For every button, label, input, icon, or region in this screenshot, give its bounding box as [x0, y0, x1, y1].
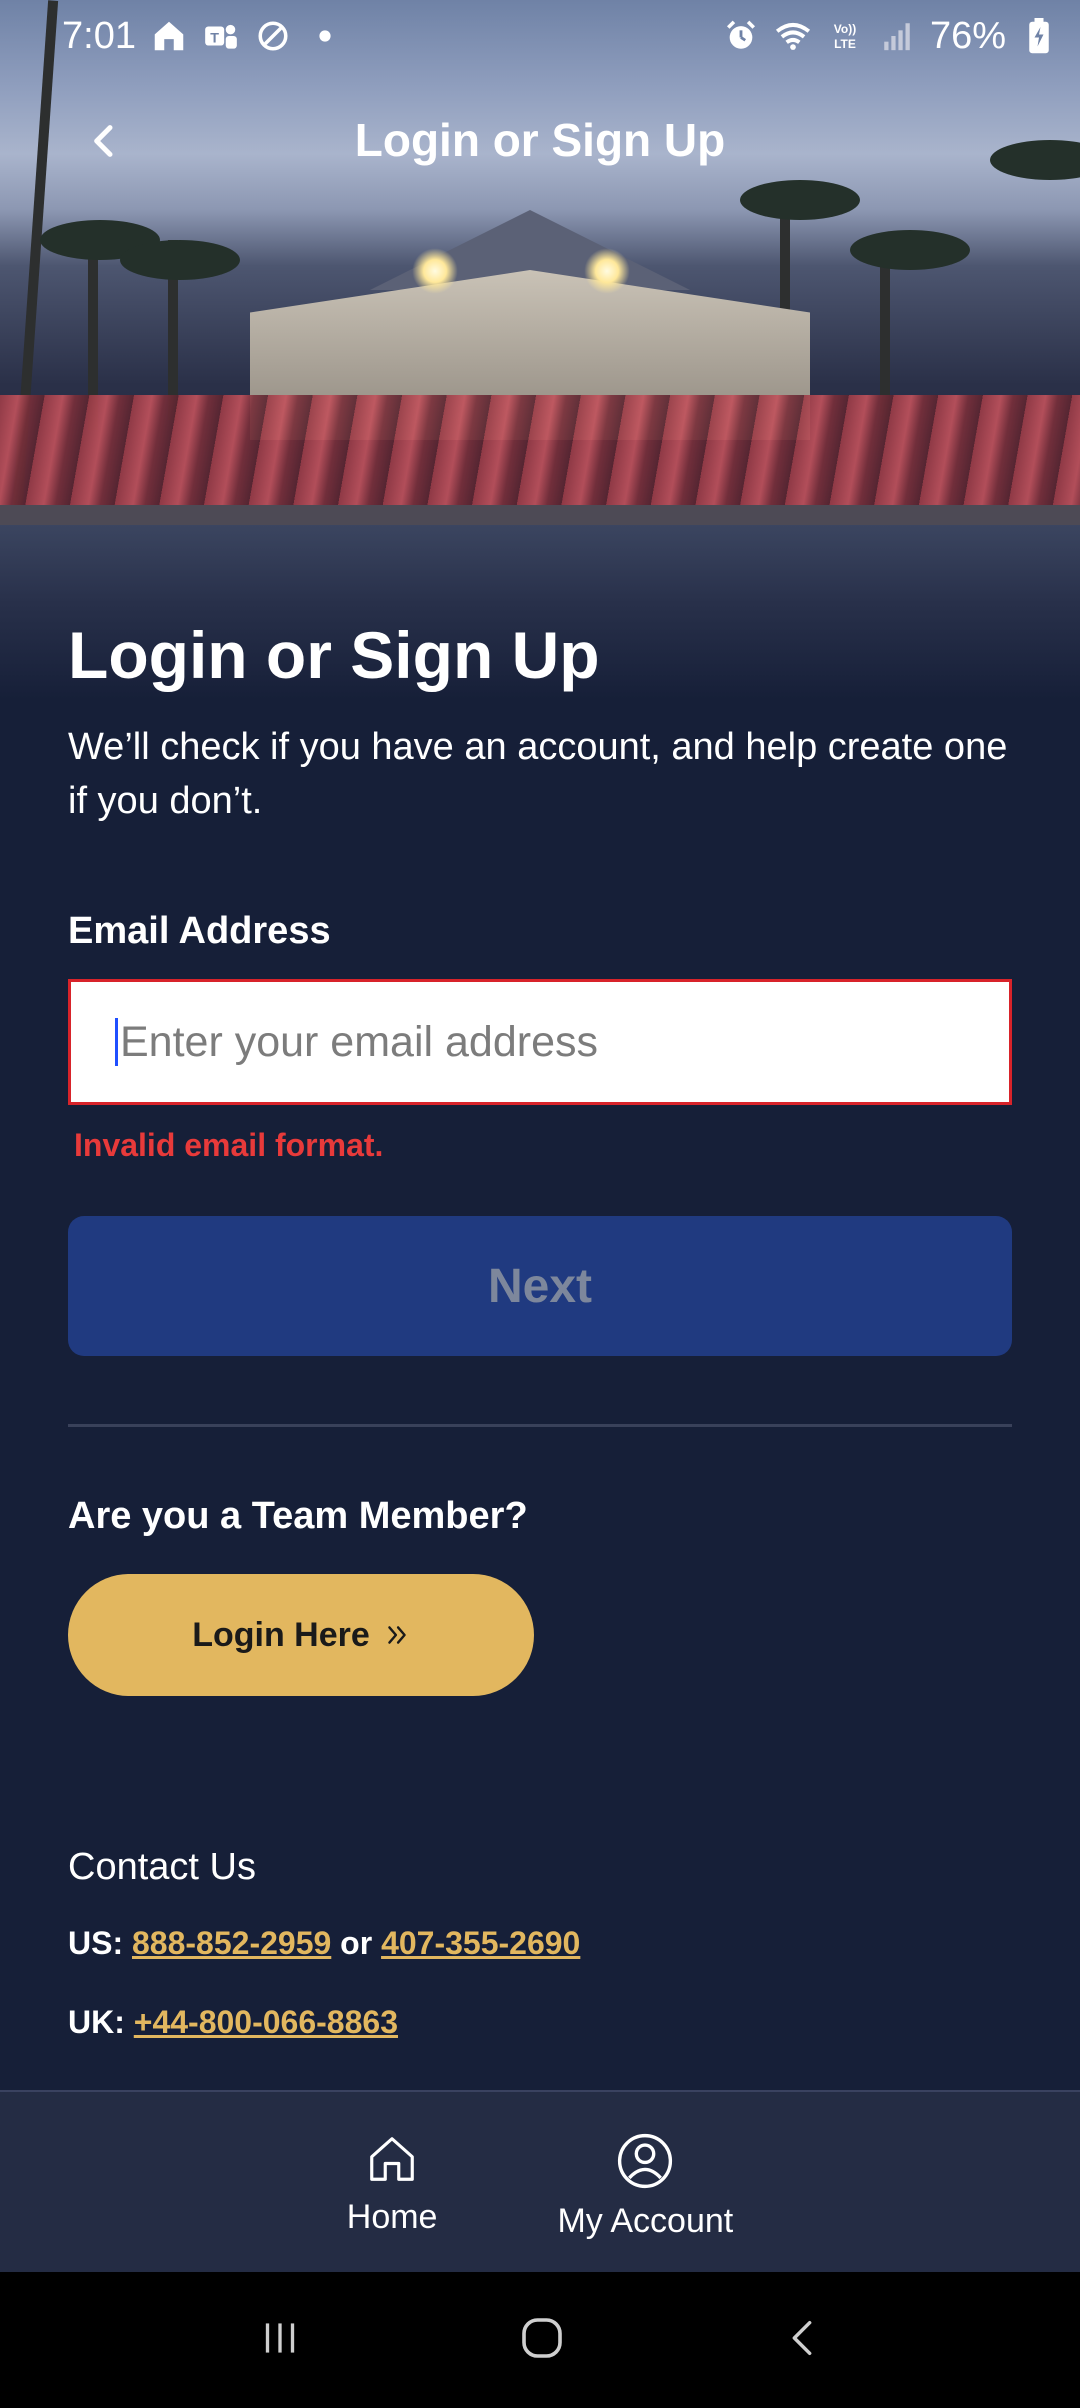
nav-label-home: Home — [346, 2198, 438, 2236]
page-subtitle: We’ll check if you have an account, and … — [68, 726, 1008, 822]
email-field[interactable] — [119, 982, 1009, 1102]
app-header: Login or Sign Up — [0, 100, 1080, 180]
nav-item-home[interactable]: Home — [346, 2132, 438, 2272]
contact-uk-line: UK: +44-800-066-8863 — [68, 2004, 1012, 2041]
text-cursor — [115, 1018, 118, 1066]
contact-title: Contact Us — [68, 1846, 256, 1888]
us-phone-link-1[interactable]: 888-852-2959 — [132, 1925, 331, 1961]
team-login-button[interactable]: Login Here — [68, 1574, 534, 1696]
home-circle-icon[interactable] — [515, 2311, 569, 2370]
home-icon — [150, 17, 188, 55]
contact-us-line: US: 888-852-2959 or 407-355-2690 — [68, 1925, 1012, 1962]
system-nav-bar — [0, 2272, 1080, 2408]
wifi-icon — [774, 17, 812, 55]
dot-icon — [306, 17, 344, 55]
recents-icon[interactable] — [255, 2313, 305, 2368]
battery-icon — [1020, 17, 1058, 55]
page-title: Login or Sign Up — [68, 618, 600, 692]
svg-text:Vo)): Vo)) — [834, 22, 856, 36]
team-member-question: Are you a Team Member? — [68, 1495, 528, 1537]
teams-icon: T — [202, 17, 240, 55]
chevron-left-icon — [94, 125, 113, 157]
home-icon — [370, 2137, 414, 2181]
double-chevron-right-icon — [388, 1626, 406, 1644]
svg-text:LTE: LTE — [834, 37, 856, 51]
nav-item-my-account[interactable]: My Account — [557, 2132, 733, 2272]
header-title: Login or Sign Up — [354, 114, 726, 166]
divider — [68, 1424, 1012, 1427]
or-text: or — [340, 1925, 373, 1961]
uk-phone-link[interactable]: +44-800-066-8863 — [134, 2004, 398, 2040]
do-not-disturb-icon — [254, 17, 292, 55]
user-circle-icon — [618, 2133, 673, 2189]
volte-icon: Vo)) LTE — [826, 17, 864, 55]
nav-label-my-account: My Account — [557, 2202, 734, 2240]
email-field-container[interactable] — [68, 979, 1012, 1105]
back-button[interactable] — [82, 118, 128, 164]
battery-percent: 76% — [929, 14, 1006, 57]
back-icon[interactable] — [779, 2315, 825, 2366]
signal-icon — [878, 17, 916, 55]
svg-text:T: T — [210, 30, 219, 46]
email-label: Email Address — [68, 910, 331, 952]
team-login-label: Login Here — [192, 1615, 370, 1654]
status-time: 7:01 — [62, 14, 136, 57]
status-bar: 7:01 T Vo)) LTE 76% — [0, 0, 1080, 72]
uk-label: UK: — [68, 2004, 125, 2040]
email-error-message: Invalid email format. — [74, 1127, 384, 1163]
us-phone-link-2[interactable]: 407-355-2690 — [381, 1925, 580, 1961]
us-label: US: — [68, 1925, 124, 1961]
bottom-nav: Home My Account — [0, 2090, 1080, 2272]
login-form: Login or Sign Up We’ll check if you have… — [68, 610, 1012, 2041]
alarm-icon — [722, 17, 760, 55]
next-button[interactable]: Next — [68, 1216, 1012, 1356]
